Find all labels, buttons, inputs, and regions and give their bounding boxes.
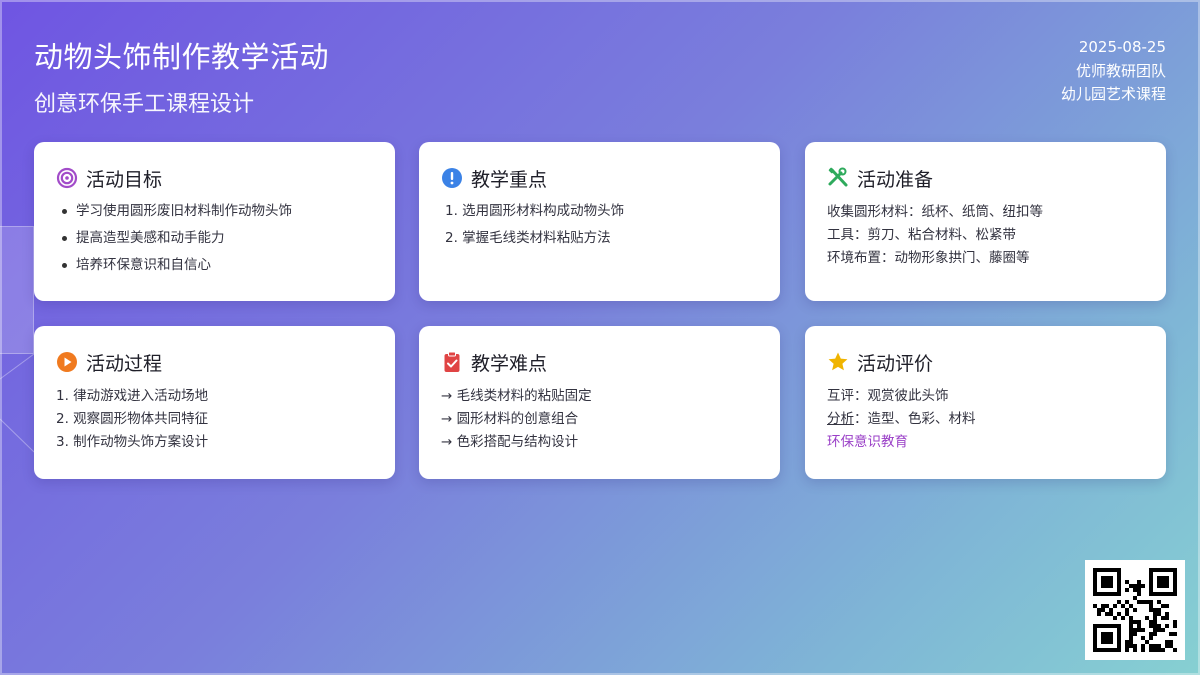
card-goals: 活动目标 学习使用圆形废旧材料制作动物头饰 提高造型美感和动手能力 培养环保意识… <box>34 142 395 301</box>
card-difficulty: 教学难点 → 毛线类材料的粘贴固定 → 圆形材料的创意组合 → 色彩搭配与结构设… <box>419 326 780 479</box>
analysis-link[interactable]: 分析 <box>827 411 854 427</box>
course-label: 幼儿园艺术课程 <box>1060 85 1166 103</box>
list-item: 培养环保意识和自信心 <box>62 252 373 279</box>
list-item: 提高造型美感和动手能力 <box>62 225 373 252</box>
list-item: 分析：造型、色彩、材料 <box>827 408 1144 431</box>
list-item: 互评：观赏彼此头饰 <box>827 388 949 404</box>
page-subtitle: 创意环保手工课程设计 <box>34 92 255 117</box>
card-title: 教学重点 <box>471 168 548 191</box>
list-item: → 毛线类材料的粘贴固定 <box>441 388 592 404</box>
highlight-item: 环保意识教育 <box>827 434 908 450</box>
card-focus: 教学重点 1. 选用圆形材料构成动物头饰 2. 掌握毛线类材料粘贴方法 <box>419 142 780 301</box>
decorative-panel <box>0 226 34 354</box>
play-icon <box>56 351 78 373</box>
qr-code-icon <box>1085 560 1185 660</box>
card-title: 活动过程 <box>86 352 163 375</box>
exclamation-icon <box>441 167 463 189</box>
list-item: 学习使用圆形废旧材料制作动物头饰 <box>62 198 373 225</box>
header: 动物头饰制作教学活动 创意环保手工课程设计 <box>34 34 329 118</box>
card-title: 活动目标 <box>86 168 163 191</box>
analysis-text: ：造型、色彩、材料 <box>854 411 976 427</box>
page-title: 动物头饰制作教学活动 <box>34 40 330 74</box>
card-process: 活动过程 1. 律动游戏进入活动场地 2. 观察圆形物体共同特征 3. 制作动物… <box>34 326 395 479</box>
card-evaluation: 活动评价 互评：观赏彼此头饰 分析：造型、色彩、材料 环保意识教育 <box>805 326 1166 479</box>
list-item: 1. 选用圆形材料构成动物头饰 <box>445 203 625 219</box>
team-label: 优师教研团队 <box>1075 61 1166 80</box>
list-item: 1. 律动游戏进入活动场地 <box>56 388 209 404</box>
card-title: 教学难点 <box>471 352 548 375</box>
card-title: 活动准备 <box>857 168 934 191</box>
clipboard-check-icon <box>441 351 463 373</box>
star-icon <box>827 351 849 373</box>
list-item: → 色彩搭配与结构设计 <box>441 434 579 450</box>
list-item: 收集圆形材料：纸杯、纸筒、纽扣等 <box>827 204 1043 220</box>
target-icon <box>56 167 78 189</box>
decorative-lines <box>0 354 34 454</box>
list-item: 2. 掌握毛线类材料粘贴方法 <box>445 230 611 246</box>
card-title: 活动评价 <box>857 352 934 375</box>
list-item: 3. 制作动物头饰方案设计 <box>56 434 209 450</box>
header-meta: 2025-08-25 优师教研团队 幼儿园艺术课程 <box>1061 36 1166 107</box>
card-preparation: 活动准备 收集圆形材料：纸杯、纸筒、纽扣等 工具：剪刀、粘合材料、松紧带 环境布… <box>805 142 1166 301</box>
list-item: 环境布置：动物形象拱门、藤圈等 <box>827 250 1030 266</box>
tools-icon <box>827 167 849 189</box>
date-label: 2025-08-25 <box>1078 38 1166 56</box>
list-item: → 圆形材料的创意组合 <box>441 411 579 427</box>
list-item: 2. 观察圆形物体共同特征 <box>56 411 209 427</box>
list-item: 工具：剪刀、粘合材料、松紧带 <box>827 227 1016 243</box>
